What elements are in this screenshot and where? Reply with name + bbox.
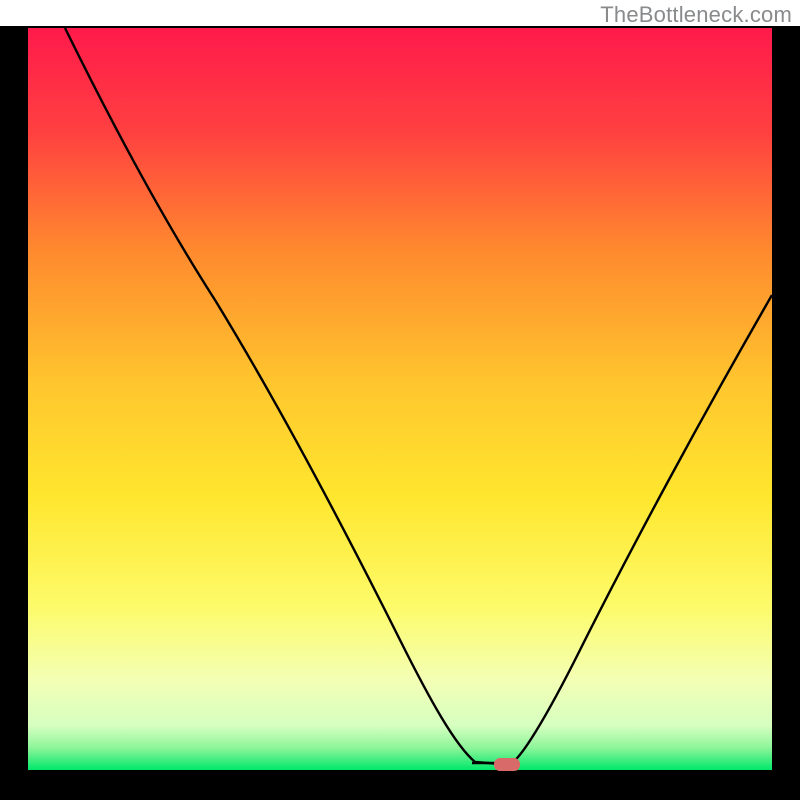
- bottleneck-chart: [0, 0, 800, 800]
- watermark-text: TheBottleneck.com: [600, 2, 792, 28]
- chart-frame: TheBottleneck.com: [0, 0, 800, 800]
- plot-background-gradient: [28, 28, 772, 770]
- optimal-point-marker: [494, 758, 520, 771]
